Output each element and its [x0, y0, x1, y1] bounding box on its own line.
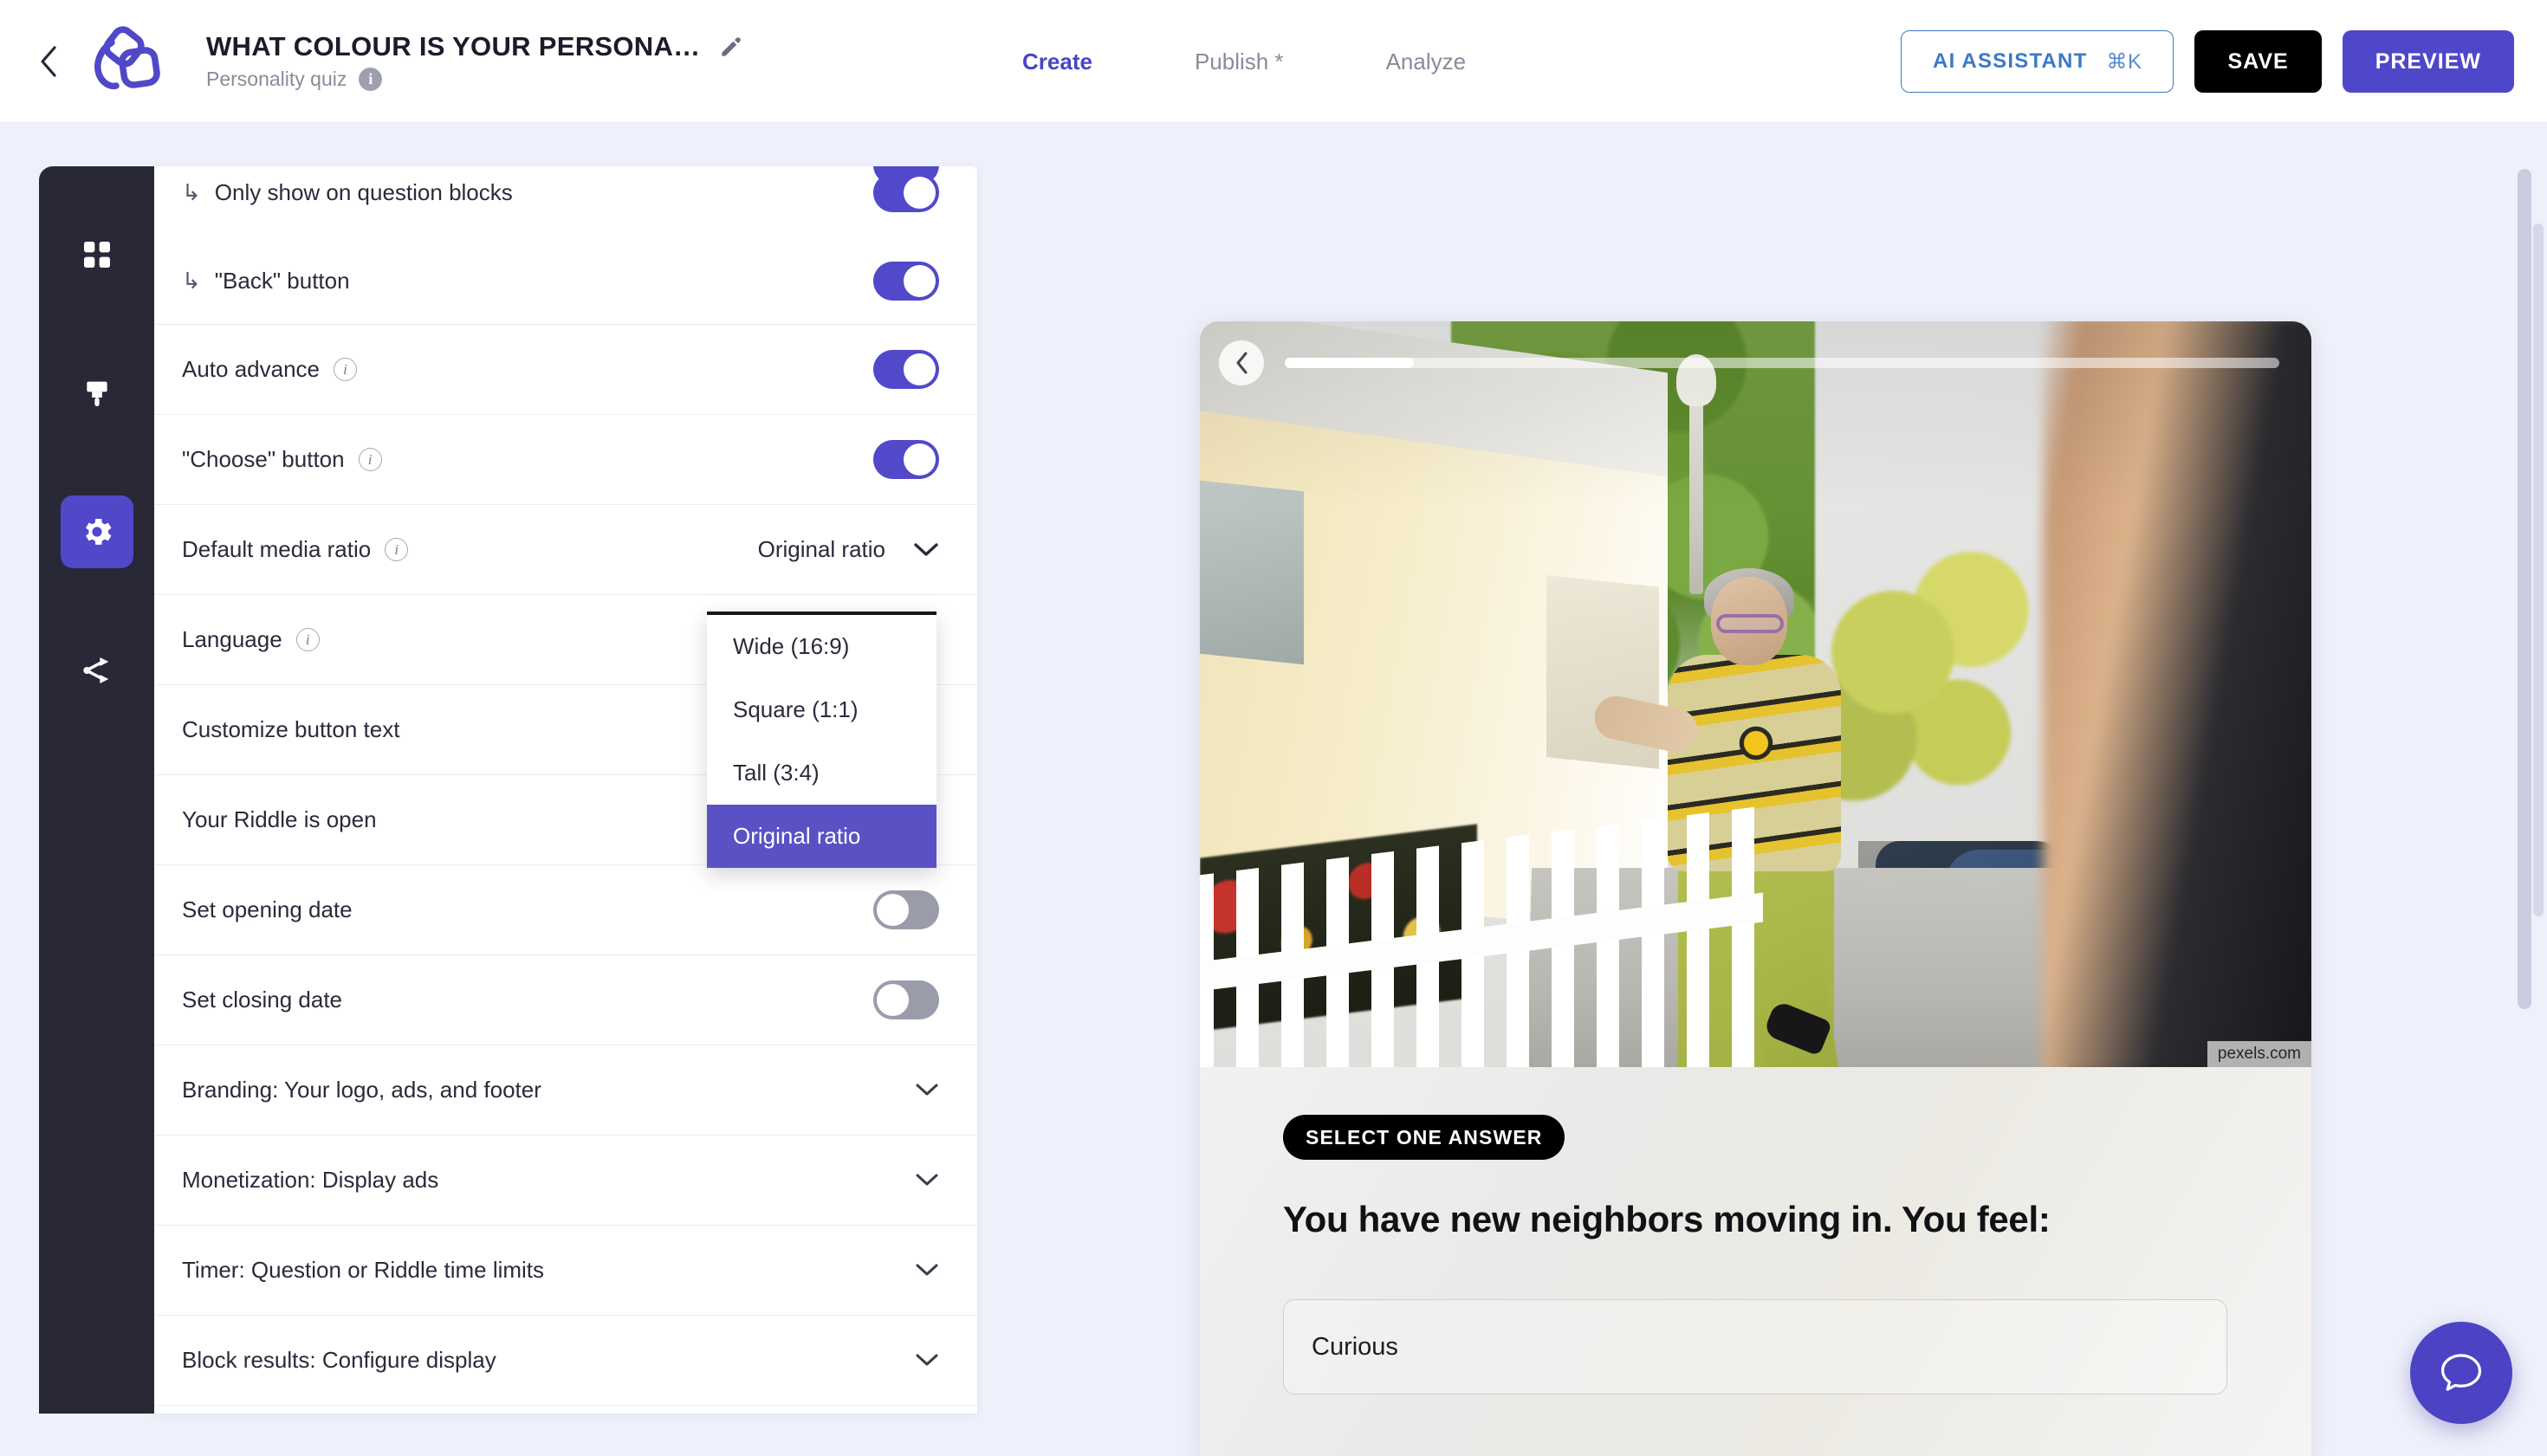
nav-tab-analyze[interactable]: Analyze: [1386, 49, 1467, 75]
settings-row-label: Block results: Configure display: [182, 1347, 496, 1374]
toggle-back-button[interactable]: [873, 262, 939, 301]
top-bar: WHAT COLOUR IS YOUR PERSONA… Personality…: [0, 0, 2547, 123]
settings-row-set-closing-date[interactable]: Set closing date: [154, 955, 977, 1045]
quiz-progress-fill: [1285, 358, 1414, 368]
quiz-title-block: WHAT COLOUR IS YOUR PERSONA… Personality…: [206, 31, 742, 91]
settings-row-default-media-ratio[interactable]: Default media ratio i Original ratio: [154, 505, 977, 595]
settings-row-label: Monetization: Display ads: [182, 1167, 438, 1194]
quiz-type-label: Personality quiz: [206, 68, 347, 91]
info-icon[interactable]: i: [334, 358, 357, 381]
toggle-choose-button[interactable]: [873, 440, 939, 479]
sidebar-item-design[interactable]: [61, 357, 133, 430]
settings-row-only-show-on-question-blocks[interactable]: ↳ Only show on question blocks: [154, 166, 977, 237]
info-icon[interactable]: i: [296, 628, 320, 651]
riddle-logo-icon: [83, 25, 163, 98]
back-button[interactable]: [24, 45, 73, 78]
dropdown-option-square[interactable]: Square (1:1): [707, 678, 936, 741]
chevron-down-icon[interactable]: [915, 1263, 939, 1278]
nested-arrow-icon: ↳: [182, 268, 201, 294]
settings-row-label: "Back" button: [215, 268, 350, 294]
chat-bubble-icon: [2434, 1346, 2488, 1400]
page-title: WHAT COLOUR IS YOUR PERSONA…: [206, 31, 700, 62]
ai-assistant-label: AI ASSISTANT: [1933, 49, 2087, 74]
settings-row-block-results[interactable]: Block results: Configure display: [154, 1316, 977, 1406]
settings-row-label: Default media ratio: [182, 536, 371, 563]
chevron-down-icon: [913, 542, 939, 558]
sidebar-item-settings[interactable]: [61, 495, 133, 568]
chevron-down-icon[interactable]: [915, 1353, 939, 1368]
settings-row-label: Branding: Your logo, ads, and footer: [182, 1077, 541, 1103]
settings-row-timer[interactable]: Timer: Question or Riddle time limits: [154, 1226, 977, 1316]
chevron-down-icon[interactable]: [915, 1083, 939, 1097]
dropdown-option-wide[interactable]: Wide (16:9): [707, 615, 936, 678]
question-text: You have new neighbors moving in. You fe…: [1283, 1199, 2219, 1240]
chevron-down-icon[interactable]: [915, 1173, 939, 1187]
quiz-preview: pexels.com SELECT ONE ANSWER You have ne…: [1200, 321, 2311, 1456]
settings-row-monetization[interactable]: Monetization: Display ads: [154, 1136, 977, 1226]
settings-panel-scrollbar[interactable]: [2533, 223, 2544, 916]
settings-row-label: "Choose" button: [182, 446, 345, 473]
share-branch-icon: [80, 653, 114, 688]
media-ratio-dropdown: Wide (16:9) Square (1:1) Tall (3:4) Orig…: [707, 612, 936, 868]
grid-blocks-icon: [80, 237, 114, 272]
settings-row-label: Auto advance: [182, 356, 320, 383]
chat-support-button[interactable]: [2410, 1322, 2512, 1424]
sidebar-item-share[interactable]: [61, 634, 133, 707]
quiz-progress-bar[interactable]: [1285, 358, 2279, 368]
settings-row-label: Customize button text: [182, 716, 399, 743]
answer-option-curious[interactable]: Curious: [1283, 1299, 2227, 1395]
info-icon[interactable]: i: [385, 538, 408, 561]
ai-assistant-shortcut: ⌘K: [2106, 49, 2142, 74]
editor-sidebar: [39, 166, 154, 1414]
info-icon[interactable]: i: [359, 68, 382, 91]
settings-row-label: Set closing date: [182, 987, 342, 1013]
settings-row-back-button[interactable]: ↳ "Back" button: [154, 237, 977, 325]
settings-row-label: Your Riddle is open: [182, 806, 377, 833]
nav-tab-create[interactable]: Create: [1022, 49, 1092, 75]
settings-row-set-opening-date[interactable]: Set opening date: [154, 865, 977, 955]
question-card: SELECT ONE ANSWER You have new neighbors…: [1200, 1067, 2311, 1456]
chevron-left-icon: [1235, 351, 1249, 375]
nested-arrow-icon: ↳: [182, 179, 201, 206]
dropdown-option-tall[interactable]: Tall (3:4): [707, 741, 936, 805]
toggle-set-closing-date[interactable]: [873, 980, 939, 1019]
preview-button[interactable]: PREVIEW: [2343, 30, 2514, 93]
nav-tab-publish[interactable]: Publish *: [1195, 49, 1284, 75]
settings-row-label: Timer: Question or Riddle time limits: [182, 1257, 544, 1284]
select-default-media-ratio[interactable]: Original ratio: [758, 536, 939, 563]
toggle-only-show-on-question-blocks[interactable]: [873, 173, 939, 212]
gear-icon: [79, 514, 115, 550]
main-nav: Create Publish * Analyze: [1022, 0, 1466, 123]
toggle-set-opening-date[interactable]: [873, 890, 939, 929]
sidebar-item-blocks[interactable]: [61, 218, 133, 291]
app-logo[interactable]: [76, 20, 170, 103]
settings-row-branding[interactable]: Branding: Your logo, ads, and footer: [154, 1045, 977, 1136]
ai-assistant-button[interactable]: AI ASSISTANT ⌘K: [1901, 30, 2174, 93]
info-icon[interactable]: i: [359, 448, 382, 471]
settings-row-choose-button[interactable]: "Choose" button i: [154, 415, 977, 505]
select-value-label: Original ratio: [758, 536, 885, 563]
image-credit: pexels.com: [2207, 1041, 2311, 1067]
pencil-icon[interactable]: [719, 36, 742, 59]
page-scrollbar[interactable]: [2518, 169, 2531, 1009]
paintbrush-icon: [80, 376, 114, 411]
settings-row-label: Language: [182, 626, 282, 653]
save-button[interactable]: SAVE: [2194, 30, 2321, 93]
chevron-left-icon: [39, 45, 58, 78]
question-media-image: pexels.com: [1200, 321, 2311, 1067]
status-badge: SELECT ONE ANSWER: [1283, 1115, 1565, 1160]
settings-row-label: Set opening date: [182, 896, 353, 923]
settings-row-label: Only show on question blocks: [215, 179, 513, 206]
dropdown-option-original[interactable]: Original ratio: [707, 805, 936, 868]
toggle-auto-advance[interactable]: [873, 350, 939, 389]
header-actions: AI ASSISTANT ⌘K SAVE PREVIEW: [1901, 0, 2514, 123]
settings-row-auto-advance[interactable]: Auto advance i: [154, 325, 977, 415]
preview-back-button[interactable]: [1219, 340, 1264, 385]
